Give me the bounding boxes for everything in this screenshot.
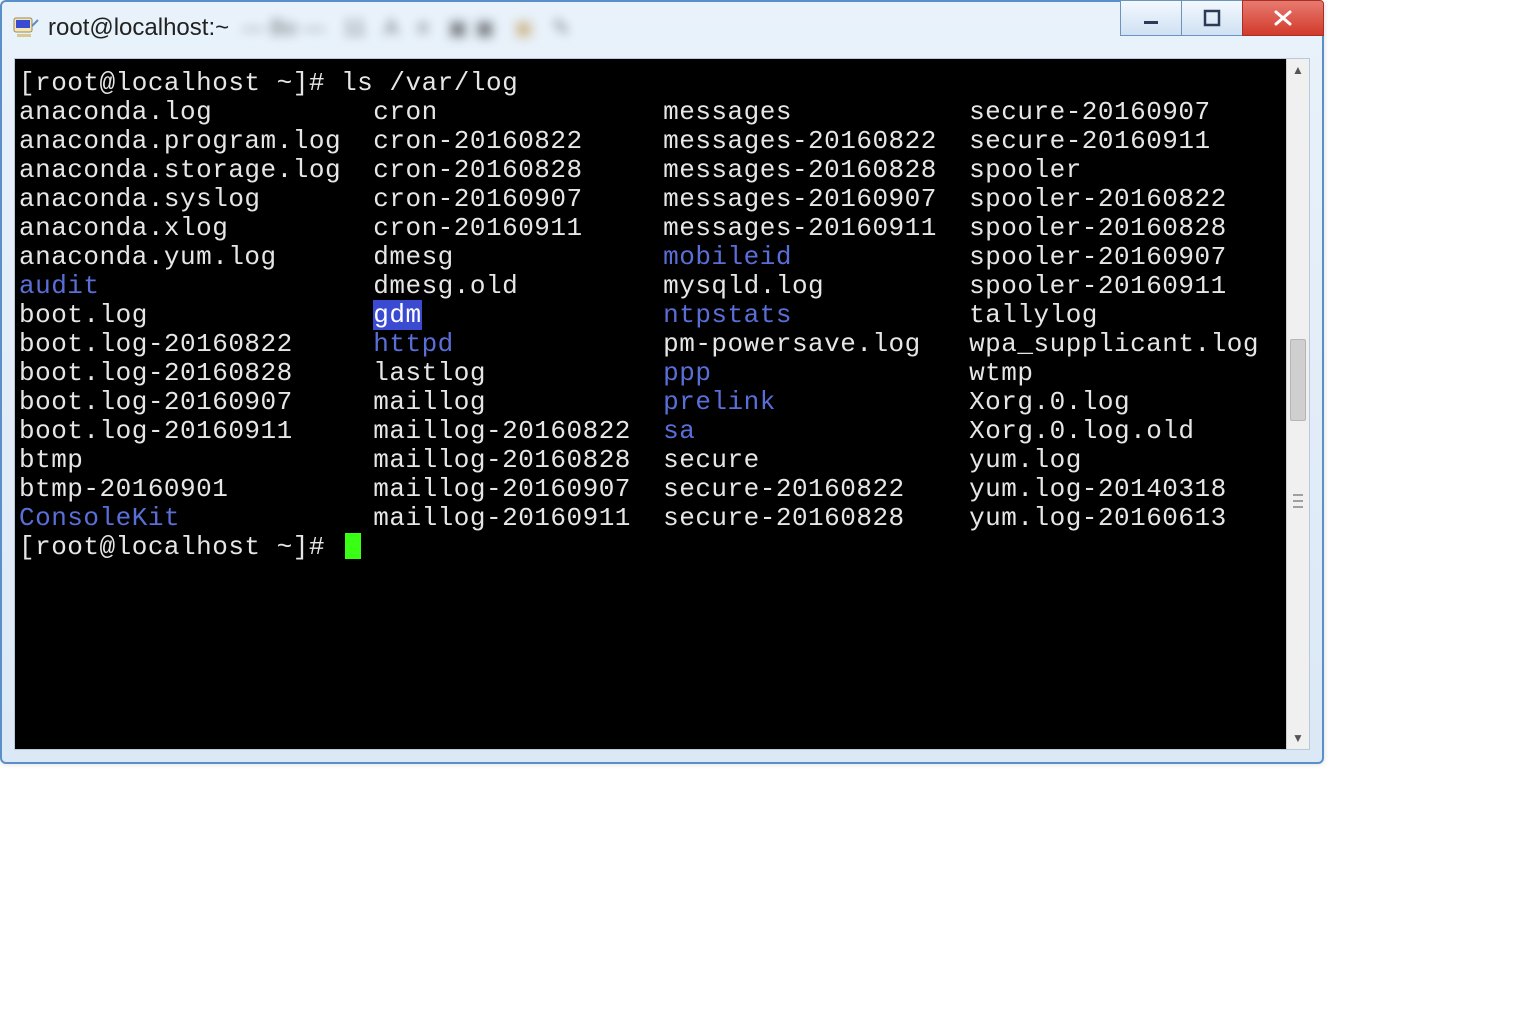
scroll-grip-icon bbox=[1293, 494, 1303, 508]
ls-row: anaconda.log cron messages secure-201609… bbox=[19, 98, 1286, 127]
ls-entry: anaconda.program.log bbox=[19, 127, 373, 156]
ls-entry: secure-20160907 bbox=[969, 98, 1211, 127]
ls-entry: cron bbox=[373, 98, 663, 127]
ls-entry: dmesg bbox=[373, 243, 663, 272]
ls-entry: maillog-20160822 bbox=[373, 417, 663, 446]
ls-entry: wtmp bbox=[969, 359, 1033, 388]
scroll-down-button[interactable]: ▼ bbox=[1287, 727, 1309, 749]
ls-entry: messages-20160822 bbox=[663, 127, 969, 156]
ls-entry: audit bbox=[19, 272, 373, 301]
ls-entry: yum.log bbox=[969, 446, 1082, 475]
ls-row: boot.log gdm ntpstats tallylog bbox=[19, 301, 1286, 330]
ls-entry: cron-20160907 bbox=[373, 185, 663, 214]
ls-entry: Xorg.0.log.old bbox=[969, 417, 1194, 446]
ls-entry: maillog-20160907 bbox=[373, 475, 663, 504]
ls-entry: secure-20160828 bbox=[663, 504, 969, 533]
ls-entry: anaconda.log bbox=[19, 98, 373, 127]
ls-entry: boot.log-20160907 bbox=[19, 388, 373, 417]
scroll-up-button[interactable]: ▲ bbox=[1287, 59, 1309, 81]
minimize-button[interactable] bbox=[1120, 0, 1182, 36]
ls-entry: lastlog bbox=[373, 359, 663, 388]
ls-entry: cron-20160911 bbox=[373, 214, 663, 243]
ls-entry: anaconda.xlog bbox=[19, 214, 373, 243]
command-text: ls /var/log bbox=[341, 69, 518, 98]
ls-entry: ntpstats bbox=[663, 301, 969, 330]
ls-entry: messages-20160828 bbox=[663, 156, 969, 185]
ls-row: audit dmesg.old mysqld.log spooler-20160… bbox=[19, 272, 1286, 301]
ls-entry: ConsoleKit bbox=[19, 504, 373, 533]
ls-entry: anaconda.storage.log bbox=[19, 156, 373, 185]
ls-entry: prelink bbox=[663, 388, 969, 417]
ls-entry: boot.log-20160911 bbox=[19, 417, 373, 446]
ls-row: anaconda.program.log cron-20160822 messa… bbox=[19, 127, 1286, 156]
window-controls bbox=[1121, 0, 1324, 36]
putty-icon bbox=[12, 14, 40, 42]
ls-entry: spooler bbox=[969, 156, 1082, 185]
ls-row: boot.log-20160828 lastlog ppp wtmp bbox=[19, 359, 1286, 388]
terminal-frame: [root@localhost ~]# ls /var/loganaconda.… bbox=[14, 58, 1310, 750]
ls-entry: dmesg.old bbox=[373, 272, 663, 301]
ls-entry: spooler-20160911 bbox=[969, 272, 1227, 301]
scrollbar[interactable]: ▲ ▼ bbox=[1286, 59, 1309, 749]
ls-row: boot.log-20160822 httpd pm-powersave.log… bbox=[19, 330, 1286, 359]
window-title: root@localhost:~ bbox=[48, 14, 229, 42]
ls-entry: sa bbox=[663, 417, 969, 446]
ls-row: anaconda.yum.log dmesg mobileid spooler-… bbox=[19, 243, 1286, 272]
ls-entry: maillog-20160828 bbox=[373, 446, 663, 475]
ls-entry: messages-20160911 bbox=[663, 214, 969, 243]
ls-row: btmp-20160901 maillog-20160907 secure-20… bbox=[19, 475, 1286, 504]
maximize-button[interactable] bbox=[1181, 0, 1243, 36]
terminal-window: ― Bo ―11A≡▣ ▣▣✎ root@localhost:~ [root@l… bbox=[0, 0, 1324, 764]
ls-entry: messages bbox=[663, 98, 969, 127]
ls-entry: mysqld.log bbox=[663, 272, 969, 301]
ls-entry: wpa_supplicant.log bbox=[969, 330, 1259, 359]
close-button[interactable] bbox=[1242, 0, 1324, 36]
ls-entry: cron-20160822 bbox=[373, 127, 663, 156]
titlebar[interactable]: ― Bo ―11A≡▣ ▣▣✎ root@localhost:~ bbox=[2, 2, 1322, 54]
ls-row: boot.log-20160907 maillog prelink Xorg.0… bbox=[19, 388, 1286, 417]
ls-entry: maillog bbox=[373, 388, 663, 417]
prompt: [root@localhost ~]# bbox=[19, 533, 341, 562]
ls-entry: cron-20160828 bbox=[373, 156, 663, 185]
ls-row: boot.log-20160911 maillog-20160822 sa Xo… bbox=[19, 417, 1286, 446]
ls-entry: btmp bbox=[19, 446, 373, 475]
ls-entry: yum.log-20140318 bbox=[969, 475, 1227, 504]
ls-entry: Xorg.0.log bbox=[969, 388, 1130, 417]
ls-entry: tallylog bbox=[969, 301, 1098, 330]
ls-entry: maillog-20160911 bbox=[373, 504, 663, 533]
ls-entry: spooler-20160907 bbox=[969, 243, 1227, 272]
ls-entry: messages-20160907 bbox=[663, 185, 969, 214]
ls-entry: pm-powersave.log bbox=[663, 330, 969, 359]
ls-entry: boot.log bbox=[19, 301, 373, 330]
ls-entry: secure-20160822 bbox=[663, 475, 969, 504]
ls-entry: yum.log-20160613 bbox=[969, 504, 1227, 533]
ls-entry: anaconda.syslog bbox=[19, 185, 373, 214]
ls-entry: btmp-20160901 bbox=[19, 475, 373, 504]
terminal-output[interactable]: [root@localhost ~]# ls /var/loganaconda.… bbox=[15, 59, 1286, 749]
ls-entry: secure-20160911 bbox=[969, 127, 1211, 156]
ls-entry: spooler-20160822 bbox=[969, 185, 1227, 214]
ls-entry: ppp bbox=[663, 359, 969, 388]
scroll-track[interactable] bbox=[1287, 81, 1309, 727]
ls-entry: gdm bbox=[373, 301, 663, 330]
ls-row: ConsoleKit maillog-20160911 secure-20160… bbox=[19, 504, 1286, 533]
ls-row: anaconda.xlog cron-20160911 messages-201… bbox=[19, 214, 1286, 243]
ls-row: btmp maillog-20160828 secure yum.log bbox=[19, 446, 1286, 475]
ls-entry: anaconda.yum.log bbox=[19, 243, 373, 272]
ls-entry: boot.log-20160828 bbox=[19, 359, 373, 388]
ls-entry: httpd bbox=[373, 330, 663, 359]
ls-entry: mobileid bbox=[663, 243, 969, 272]
ls-row: anaconda.storage.log cron-20160828 messa… bbox=[19, 156, 1286, 185]
ls-entry: secure bbox=[663, 446, 969, 475]
ls-entry: boot.log-20160822 bbox=[19, 330, 373, 359]
ls-row: anaconda.syslog cron-20160907 messages-2… bbox=[19, 185, 1286, 214]
scroll-thumb[interactable] bbox=[1290, 339, 1306, 421]
prompt: [root@localhost ~]# bbox=[19, 69, 341, 98]
cursor bbox=[345, 533, 361, 559]
ls-entry: spooler-20160828 bbox=[969, 214, 1227, 243]
